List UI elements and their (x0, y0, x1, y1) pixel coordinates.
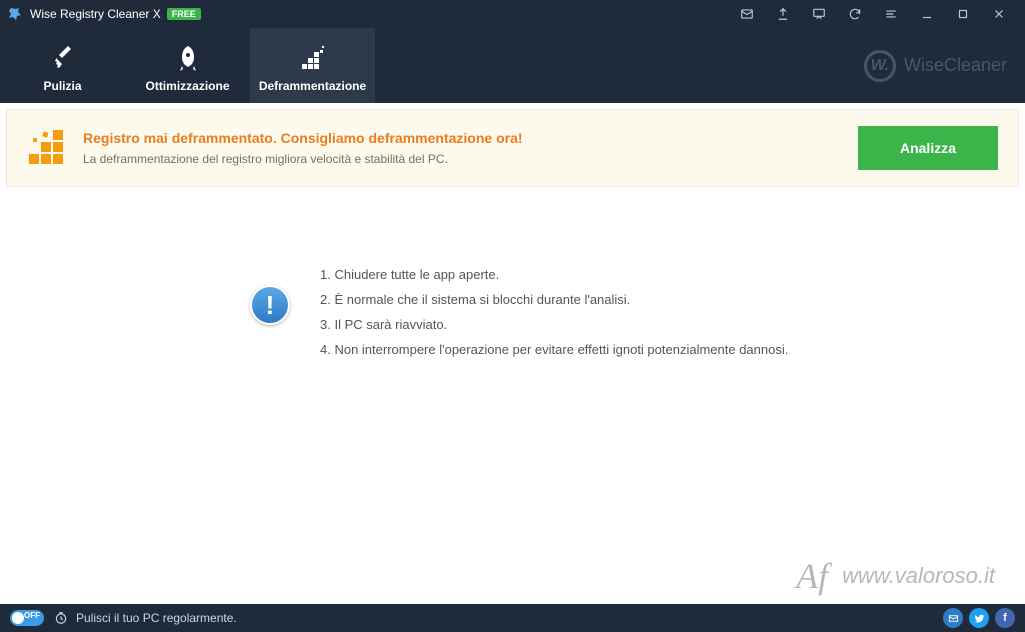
maximize-button[interactable] (945, 0, 981, 28)
analyze-button[interactable]: Analizza (858, 126, 998, 170)
step-2: 2. È normale che il sistema si blocchi d… (320, 292, 788, 307)
defrag-icon (298, 39, 328, 79)
broom-icon (46, 39, 80, 79)
brand-logo: W. WiseCleaner (864, 50, 1007, 82)
step-1: 1. Chiudere tutte le app aperte. (320, 267, 788, 282)
menu-icon[interactable] (873, 0, 909, 28)
step-3: 3. Il PC sarà riavviato. (320, 317, 788, 332)
toggle-label: OFF (24, 611, 40, 620)
free-badge: FREE (167, 8, 201, 20)
main-toolbar: Pulizia Ottimizzazione Deframmentazione … (0, 28, 1025, 103)
banner-blocks-icon (27, 128, 67, 168)
tab-clean-label: Pulizia (43, 79, 81, 93)
wisecleaner-logo-icon: W. (864, 50, 896, 82)
info-icon: ! (250, 285, 290, 325)
mail-icon[interactable] (729, 0, 765, 28)
statusbar: OFF Pulisci il tuo PC regolarmente. f (0, 604, 1025, 632)
feedback-icon[interactable] (801, 0, 837, 28)
refresh-icon[interactable] (837, 0, 873, 28)
schedule-toggle[interactable]: OFF (10, 610, 44, 626)
tab-clean[interactable]: Pulizia (0, 28, 125, 103)
watermark-url: www.valoroso.it (842, 563, 995, 589)
tab-defrag[interactable]: Deframmentazione (250, 28, 375, 103)
content-area: ! 1. Chiudere tutte le app aperte. 2. È … (0, 187, 1025, 617)
tab-optimize-label: Ottimizzazione (145, 79, 229, 93)
statusbar-text: Pulisci il tuo PC regolarmente. (76, 611, 237, 625)
tab-defrag-label: Deframmentazione (259, 79, 366, 93)
social-mail-icon[interactable] (943, 608, 963, 628)
tab-optimize[interactable]: Ottimizzazione (125, 28, 250, 103)
social-facebook-icon[interactable]: f (995, 608, 1015, 628)
instructions: ! 1. Chiudere tutte le app aperte. 2. È … (250, 267, 788, 367)
banner-subtitle: La deframmentazione del registro miglior… (83, 152, 858, 166)
minimize-button[interactable] (909, 0, 945, 28)
clock-icon (54, 611, 68, 625)
upgrade-icon[interactable] (765, 0, 801, 28)
app-icon (8, 6, 24, 22)
titlebar: Wise Registry Cleaner X FREE (0, 0, 1025, 28)
info-banner: Registro mai deframmentato. Consigliamo … (6, 109, 1019, 187)
banner-title: Registro mai deframmentato. Consigliamo … (83, 130, 858, 146)
watermark: Af www.valoroso.it (796, 555, 995, 597)
step-4: 4. Non interrompere l'operazione per evi… (320, 342, 788, 357)
brand-text: WiseCleaner (904, 55, 1007, 76)
watermark-signature: Af (796, 555, 828, 597)
close-button[interactable] (981, 0, 1017, 28)
social-twitter-icon[interactable] (969, 608, 989, 628)
rocket-icon (173, 39, 203, 79)
app-title: Wise Registry Cleaner X (30, 7, 161, 21)
